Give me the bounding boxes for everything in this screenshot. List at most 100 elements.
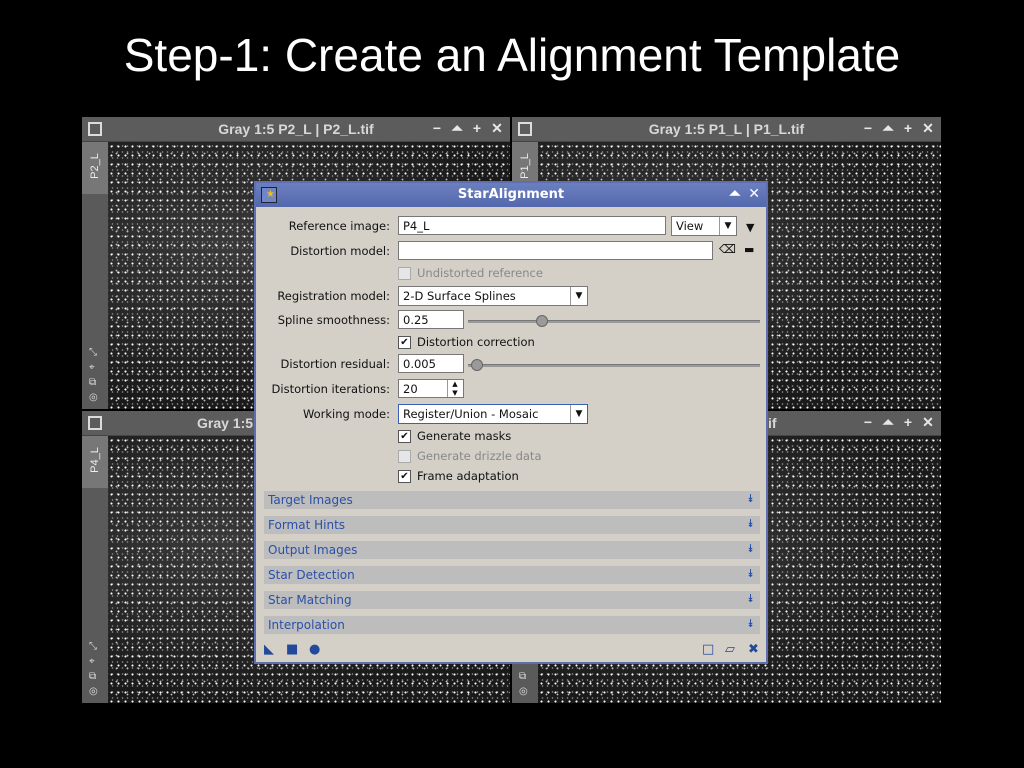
view-tab-label: P2_L [89, 153, 101, 179]
section-star-matching[interactable]: Star Matching ⯯ [264, 591, 760, 609]
working-mode-value: Register/Union - Mosaic [403, 407, 539, 421]
working-mode-select[interactable]: Register/Union - Mosaic ▼ [398, 404, 588, 424]
copy-icon[interactable]: ⧉ [519, 671, 528, 682]
target-icon[interactable]: ◎ [89, 392, 98, 403]
copy-icon[interactable]: ⧉ [89, 671, 98, 682]
maximize-icon[interactable]: + [901, 414, 915, 431]
view-tab[interactable]: P4_L [82, 436, 110, 488]
section-label: Interpolation [268, 618, 345, 632]
pan-icon[interactable]: ⤡ [89, 641, 98, 652]
distortion-model-label: Distortion model: [290, 244, 390, 258]
section-star-detection[interactable]: Star Detection ⯯ [264, 566, 760, 584]
distortion-model-field[interactable] [398, 241, 713, 260]
slider-handle[interactable] [536, 315, 548, 327]
section-output-images[interactable]: Output Images ⯯ [264, 541, 760, 559]
working-mode-label: Working mode: [302, 407, 390, 421]
dialog-title: StarAlignment [457, 187, 565, 202]
generate-masks-checkbox[interactable]: ✔ Generate masks [398, 429, 511, 443]
close-icon[interactable]: ✕ [921, 120, 935, 137]
star-alignment-dialog[interactable]: StarAlignment ⏶ ✕ Reference image: P4_L … [254, 181, 768, 664]
section-format-hints[interactable]: Format Hints ⯯ [264, 516, 760, 534]
minimize-icon[interactable]: − [861, 414, 875, 431]
shade-icon[interactable]: ⏶ [881, 414, 895, 431]
chevron-down-icon: ▼ [570, 287, 587, 305]
frame-adaptation-checkbox[interactable]: ✔ Frame adaptation [398, 469, 519, 483]
expand-chevron-icon: ⯯ [747, 592, 754, 605]
slider-handle[interactable] [471, 359, 484, 371]
distortion-residual-slider[interactable] [468, 359, 760, 371]
preview-icon[interactable]: □ [702, 643, 714, 656]
dropdown-arrow-icon[interactable]: ▼ [746, 221, 754, 234]
section-label: Star Detection [268, 568, 355, 582]
distortion-iterations-spinbox[interactable]: 20 ▲ ▼ [398, 379, 464, 398]
dialog-toolbar: ◣ ■ ● □ ▱ ✖ [256, 636, 766, 662]
view-tab[interactable]: P2_L [82, 142, 110, 194]
expand-chevron-icon: ⯯ [747, 492, 754, 505]
distortion-residual-field[interactable]: 0.005 [398, 354, 464, 373]
expand-chevron-icon: ⯯ [747, 617, 754, 630]
window-titlebar[interactable]: Gray 1:5 P2_L | P2_L.tif − ⏶ + ✕ [82, 117, 510, 142]
crosshair-icon[interactable]: ⌖ [89, 362, 98, 373]
registration-model-select[interactable]: 2-D Surface Splines ▼ [398, 286, 588, 306]
section-label: Star Matching [268, 593, 352, 607]
frame-adaptation-label: Frame adaptation [417, 469, 519, 483]
expand-chevron-icon: ⯯ [747, 517, 754, 530]
reference-view-select[interactable]: View ▼ [671, 216, 737, 236]
spline-smoothness-slider[interactable] [468, 315, 760, 327]
pan-icon[interactable]: ⤡ [89, 347, 98, 358]
generate-masks-label: Generate masks [417, 429, 512, 443]
reference-image-field[interactable]: P4_L [398, 216, 666, 235]
window-icon [88, 416, 102, 430]
dialog-titlebar[interactable]: StarAlignment ⏶ ✕ [256, 183, 766, 207]
section-label: Format Hints [268, 518, 346, 532]
expand-chevron-icon: ⯯ [747, 542, 754, 555]
spline-smoothness-field[interactable]: 0.25 [398, 310, 464, 329]
generate-drizzle-checkbox[interactable]: Generate drizzle data [398, 449, 542, 463]
minimize-icon[interactable]: − [861, 120, 875, 137]
maximize-icon[interactable]: + [901, 120, 915, 137]
chevron-down-icon: ▼ [570, 405, 587, 423]
close-icon[interactable]: ✕ [921, 414, 935, 431]
distortion-residual-label: Distortion residual: [280, 357, 390, 371]
target-icon[interactable]: ◎ [519, 686, 528, 697]
undistorted-reference-label: Undistorted reference [417, 266, 543, 280]
target-icon[interactable]: ◎ [89, 686, 98, 697]
maximize-icon[interactable]: + [470, 120, 484, 137]
generate-drizzle-label: Generate drizzle data [417, 449, 542, 463]
section-target-images[interactable]: Target Images ⯯ [264, 491, 760, 509]
reference-view-value: View [676, 219, 704, 233]
document-icon[interactable]: ▱ [725, 643, 735, 656]
registration-model-value: 2-D Surface Splines [403, 289, 516, 303]
triangle-icon[interactable]: ◣ [264, 643, 274, 656]
window-titlebar[interactable]: Gray 1:5 P1_L | P1_L.tif − ⏶ + ✕ [512, 117, 941, 142]
folder-icon[interactable]: ▬ [744, 243, 754, 256]
checkbox-box: ✔ [398, 469, 411, 483]
close-icon[interactable]: ✕ [748, 186, 760, 202]
reference-image-label: Reference image: [288, 219, 390, 233]
shade-icon[interactable]: ⏶ [729, 186, 740, 202]
shade-icon[interactable]: ⏶ [881, 120, 895, 137]
view-sidebar: P4_L ⤡ ⌖ ⧉ ◎ [82, 436, 110, 703]
minimize-icon[interactable]: − [430, 120, 444, 137]
copy-icon[interactable]: ⧉ [89, 377, 98, 388]
section-interpolation[interactable]: Interpolation ⯯ [264, 616, 760, 634]
spin-arrows-icon[interactable]: ▲ ▼ [447, 380, 462, 397]
distortion-correction-checkbox[interactable]: ✔ Distortion correction [398, 335, 535, 349]
crosshair-icon[interactable]: ⌖ [89, 656, 98, 667]
circle-icon[interactable]: ● [309, 643, 320, 656]
registration-model-label: Registration model: [277, 289, 390, 303]
clear-icon[interactable]: ⌫ [719, 242, 736, 256]
expand-chevron-icon: ⯯ [747, 567, 754, 580]
shade-icon[interactable]: ⏶ [450, 120, 464, 137]
reset-icon[interactable]: ✖ [748, 643, 759, 656]
section-label: Output Images [268, 543, 358, 557]
checkbox-box: ✔ [398, 429, 411, 443]
spline-smoothness-label: Spline smoothness: [277, 313, 390, 327]
checkbox-box [398, 449, 411, 463]
undistorted-reference-checkbox[interactable]: Undistorted reference [398, 266, 543, 280]
square-icon[interactable]: ■ [286, 643, 298, 656]
checkbox-box: ✔ [398, 335, 411, 349]
close-icon[interactable]: ✕ [490, 120, 504, 137]
slide-title: Step-1: Create an Alignment Template [123, 29, 901, 81]
checkbox-box [398, 266, 411, 280]
